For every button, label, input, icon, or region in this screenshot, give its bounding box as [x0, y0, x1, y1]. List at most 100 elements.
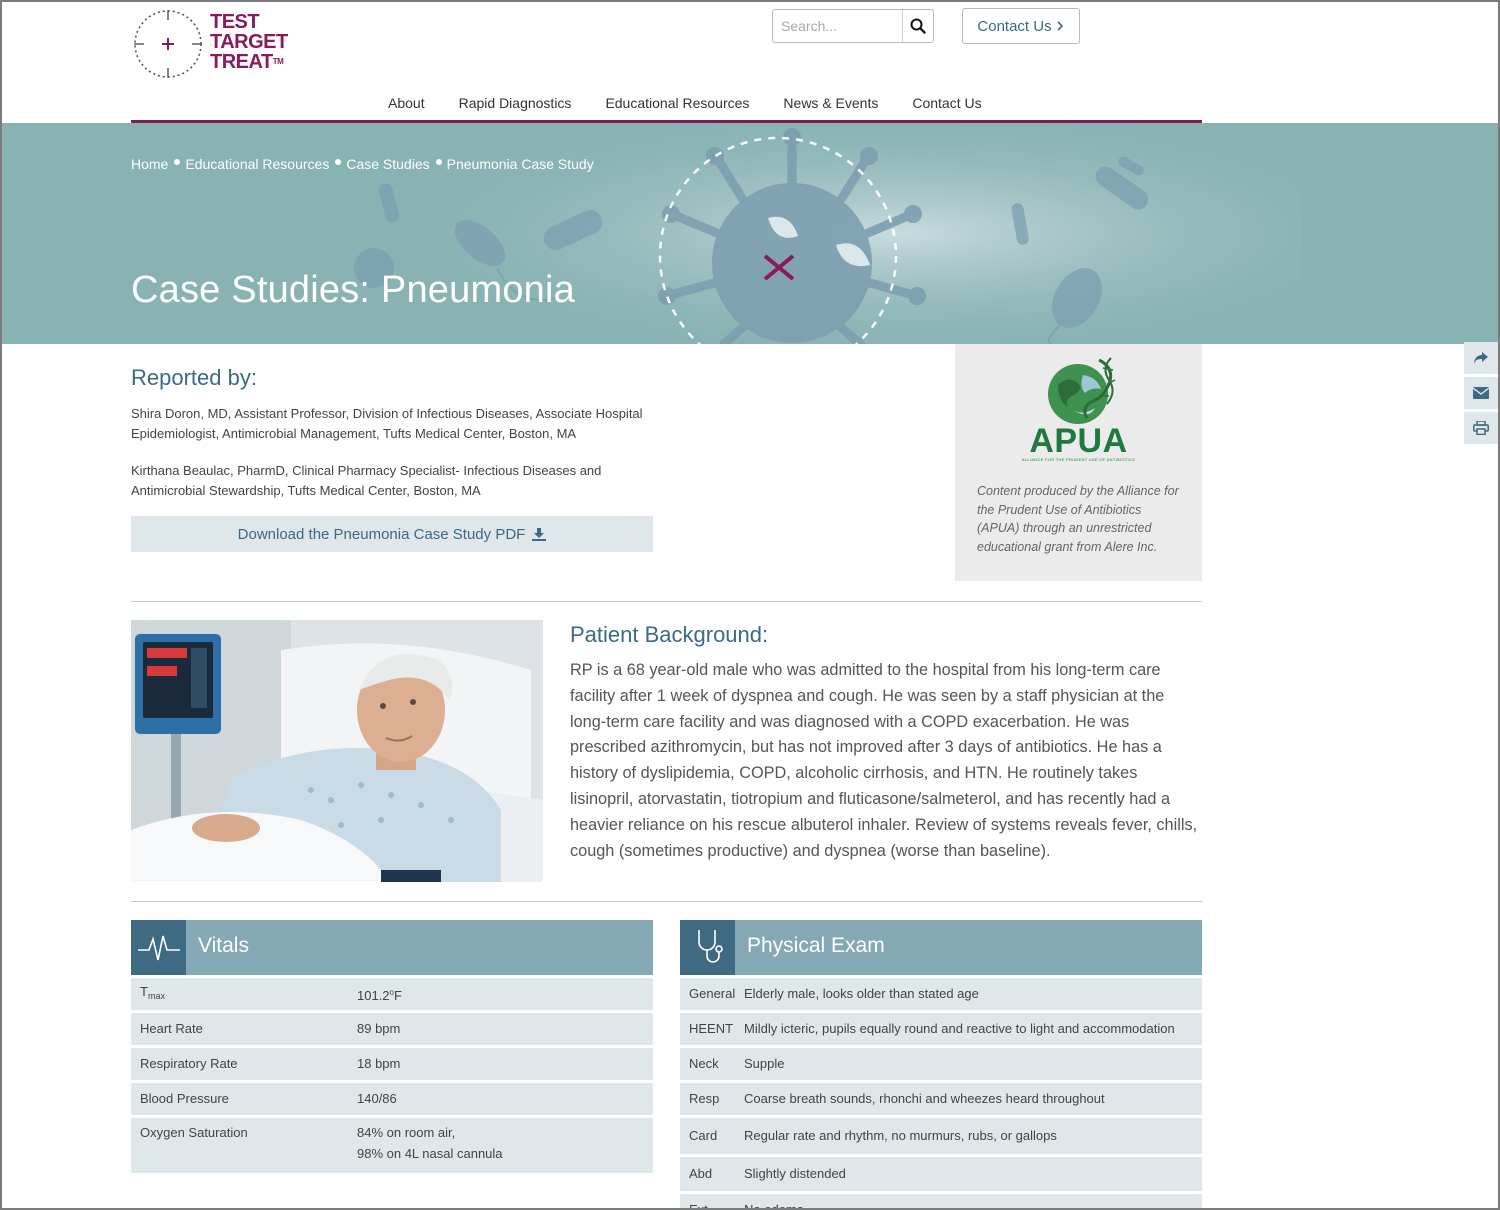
- physical-exam-table: Physical Exam General Elderly male, look…: [680, 920, 1202, 1208]
- table-row: General Elderly male, looks older than s…: [680, 978, 1202, 1010]
- logo-line-2: TARGET: [210, 31, 288, 53]
- breadcrumb-separator: [335, 159, 342, 165]
- table-row: Blood Pressure 140/86: [131, 1083, 653, 1115]
- share-arrow-icon: [1474, 352, 1488, 364]
- breadcrumb-case-studies[interactable]: Case Studies: [346, 156, 429, 172]
- tmax-subscript: max: [147, 991, 165, 1001]
- table-row: Card Regular rate and rhythm, no murmurs…: [680, 1118, 1202, 1154]
- tmax-label: T: [140, 984, 148, 999]
- target-icon: [134, 10, 202, 78]
- breadcrumb-separator: [435, 159, 442, 165]
- exam-value: Coarse breath sounds, rhonchi and wheeze…: [744, 1091, 1105, 1106]
- share-toolbar: [1464, 342, 1498, 447]
- breadcrumb-separator: [174, 159, 181, 165]
- search-input[interactable]: [773, 10, 901, 42]
- stethoscope-icon: [697, 929, 723, 963]
- patient-in-bed-image: [131, 620, 543, 882]
- tmax-value: 101.2: [357, 987, 390, 1003]
- vitals-label-tmax: Tmax: [131, 982, 357, 1006]
- breadcrumb-educational-resources[interactable]: Educational Resources: [185, 156, 329, 172]
- exam-label: General: [689, 986, 736, 1001]
- exam-value: No edema: [744, 1200, 804, 1208]
- table-row: Neck Supple: [680, 1048, 1202, 1080]
- globe-dna-icon: [1048, 357, 1116, 424]
- tmax-unit: F: [394, 987, 402, 1003]
- oxygen-value-1: 84% on room air,: [357, 1125, 456, 1140]
- table-row: Abd Slightly distended: [680, 1157, 1202, 1191]
- contact-us-label: Contact Us: [977, 17, 1052, 35]
- exam-value: Regular rate and rhythm, no murmurs, rub…: [744, 1128, 1057, 1143]
- nav-item-contact-us[interactable]: Contact Us: [895, 92, 998, 114]
- search-box: [772, 9, 934, 43]
- table-row: Ext No edema: [680, 1194, 1202, 1208]
- page-title: Case Studies: Pneumonia: [131, 269, 575, 311]
- vitals-value: 89 bpm: [357, 1021, 401, 1036]
- print-button[interactable]: [1464, 412, 1498, 444]
- divider: [131, 901, 1202, 902]
- exam-value: Supple: [744, 1056, 785, 1071]
- reported-by-heading: Reported by:: [131, 365, 257, 390]
- download-pdf-button[interactable]: Download the Pneumonia Case Study PDF: [131, 516, 653, 552]
- logo-line-3: TREATTM: [210, 52, 288, 72]
- breadcrumb-current: Pneumonia Case Study: [446, 156, 594, 172]
- hero-banner: Home Educational Resources Case Studies …: [2, 123, 1498, 344]
- apua-sponsor-box: APUA ALLIANCE FOR THE PRUDENT USE OF ANT…: [955, 344, 1202, 581]
- vitals-title: Vitals: [198, 934, 249, 957]
- vitals-value: 18 bpm: [357, 1056, 401, 1071]
- author-1: Shira Doron, MD, Assistant Professor, Di…: [131, 406, 643, 441]
- vitals-table: Vitals Tmax 101.2oF Heart Rate 89 bpm Re…: [131, 920, 653, 1173]
- exam-label: Resp: [689, 1091, 720, 1106]
- table-row: Resp Coarse breath sounds, rhonchi and w…: [680, 1083, 1202, 1115]
- search-icon: [910, 18, 926, 34]
- apua-tagline: ALLIANCE FOR THE PRUDENT USE OF ANTIBIOT…: [1021, 457, 1136, 462]
- logo-line-1: TEST: [210, 11, 260, 33]
- email-button[interactable]: [1464, 377, 1498, 409]
- site-logo[interactable]: TEST TARGET TREATTM: [132, 8, 292, 80]
- patient-background-text: RP is a 68 year-old male who was admitte…: [570, 661, 1198, 860]
- nav-item-about[interactable]: About: [371, 92, 442, 114]
- table-row: Heart Rate 89 bpm: [131, 1013, 653, 1045]
- exam-label: HEENT: [689, 1021, 734, 1036]
- vitals-value: 140/86: [357, 1091, 397, 1106]
- table-row: HEENT Mildly icteric, pupils equally rou…: [680, 1013, 1202, 1045]
- breadcrumb: Home Educational Resources Case Studies …: [131, 156, 594, 172]
- physical-exam-title: Physical Exam: [747, 934, 885, 957]
- heartbeat-icon: [137, 935, 180, 960]
- exam-label: Abd: [689, 1166, 713, 1181]
- share-button[interactable]: [1464, 342, 1498, 374]
- apua-credit-text: Content produced by the Alliance for the…: [977, 484, 1179, 554]
- vitals-label: Heart Rate: [140, 1021, 203, 1036]
- main-nav: About Rapid Diagnostics Educational Reso…: [131, 92, 1202, 123]
- oxygen-value-2: 98% on 4L nasal cannula: [357, 1146, 503, 1161]
- search-button[interactable]: [902, 10, 933, 42]
- nav-items: About Rapid Diagnostics Educational Reso…: [371, 92, 999, 114]
- nav-item-news-events[interactable]: News & Events: [766, 92, 895, 114]
- vitals-label: Oxygen Saturation: [140, 1125, 248, 1140]
- nav-item-educational-resources[interactable]: Educational Resources: [588, 92, 766, 114]
- vitals-value-tmax: 101.2oF: [357, 983, 402, 1006]
- exam-value: Elderly male, looks older than stated ag…: [744, 986, 979, 1001]
- divider: [131, 601, 1202, 602]
- vitals-header: Vitals: [131, 920, 653, 975]
- apua-logo-text: APUA: [1029, 422, 1128, 460]
- nav-item-rapid-diagnostics[interactable]: Rapid Diagnostics: [442, 92, 589, 114]
- patient-background-heading: Patient Background:: [570, 622, 769, 647]
- contact-us-button[interactable]: Contact Us: [962, 8, 1080, 44]
- stethoscope-icon-box: [680, 920, 735, 975]
- vitals-value: 84% on room air, 98% on 4L nasal cannula: [357, 1123, 503, 1173]
- page: TEST TARGET TREATTM Contact Us About Rap…: [2, 2, 1498, 1208]
- vitals-label: Respiratory Rate: [140, 1056, 238, 1071]
- printer-icon: [1473, 421, 1489, 435]
- download-icon: [532, 527, 547, 541]
- patient-photo: [131, 620, 543, 882]
- logo-wordmark: TEST TARGET TREATTM: [210, 12, 288, 72]
- exam-label: Ext: [680, 1200, 744, 1208]
- exam-label: Neck: [689, 1056, 719, 1071]
- exam-label: Card: [689, 1128, 718, 1143]
- exam-value: Mildly icteric, pupils equally round and…: [744, 1021, 1175, 1036]
- exam-value: Slightly distended: [744, 1166, 846, 1181]
- breadcrumb-home[interactable]: Home: [131, 156, 168, 172]
- author-2: Kirthana Beaulac, PharmD, Clinical Pharm…: [131, 463, 602, 498]
- table-row: Respiratory Rate 18 bpm: [131, 1048, 653, 1080]
- chevron-right-icon: [1057, 21, 1063, 31]
